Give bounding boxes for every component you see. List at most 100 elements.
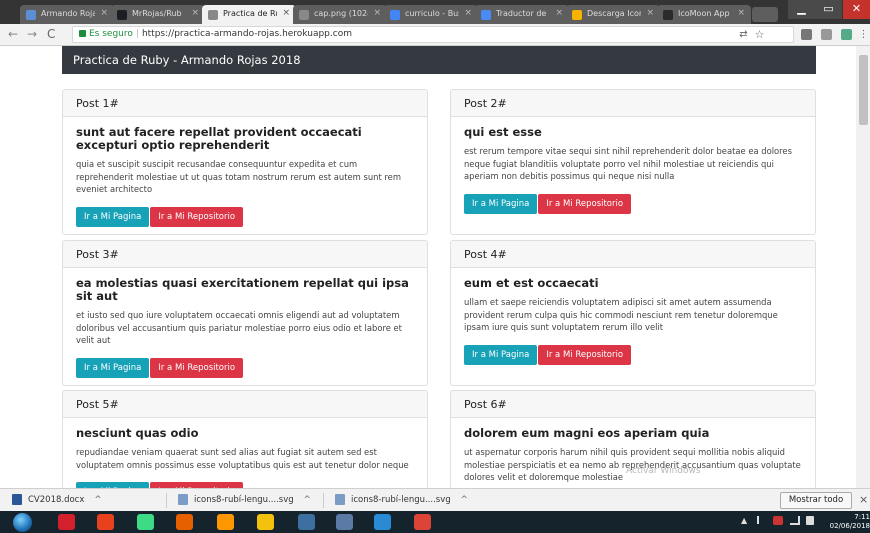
download-item[interactable]: icons8-rubí-lengu....svg ^ — [178, 494, 311, 505]
post-title: dolorem eum magni eos aperiam quia — [464, 426, 710, 440]
post-text: repudiandae veniam quaerat sunt sed alia… — [76, 447, 409, 470]
maximize-button[interactable]: ▭ — [815, 0, 842, 19]
close-icon[interactable]: × — [646, 8, 654, 18]
download-item[interactable]: icons8-rubí-lengu....svg ^ — [335, 494, 468, 505]
shelf-divider — [166, 493, 167, 508]
start-button[interactable] — [13, 513, 32, 532]
browser-toolbar: ← → C Es seguro | https://practica-armando… — [0, 24, 870, 46]
tab-title: Armando Roja — [41, 9, 95, 18]
media-icon[interactable] — [374, 514, 391, 530]
chrome-2-icon[interactable] — [414, 514, 431, 530]
post-text: est rerum tempore vitae sequi sint nihil… — [464, 146, 792, 181]
browser-tab[interactable]: Traductor de × — [475, 5, 569, 24]
post-title: qui est esse — [464, 125, 542, 139]
antivirus-icon[interactable] — [773, 516, 783, 525]
favicon-icon — [663, 10, 673, 20]
post-header: Post 1# — [63, 90, 427, 117]
my-page-button[interactable]: Ir a Mi Pagina — [76, 206, 150, 227]
reload-button[interactable]: C — [47, 27, 55, 41]
network-icon[interactable] — [790, 516, 800, 525]
bookmark-star-icon[interactable]: ☆ — [754, 29, 765, 40]
browser-tab[interactable]: Descarga Icon × — [566, 5, 660, 24]
show-all-downloads-button[interactable]: Mostrar todo — [780, 492, 852, 509]
download-filename: icons8-rubí-lengu....svg — [351, 495, 451, 505]
browser-menu-icon[interactable]: ⋮ — [858, 29, 869, 40]
page-viewport: Practica de Ruby - Armando Rojas 2018 Po… — [0, 46, 870, 488]
close-icon[interactable]: × — [282, 8, 290, 18]
post-title: eum et est occaecati — [464, 276, 599, 290]
chrome-icon[interactable] — [257, 514, 274, 530]
post-header: Post 5# — [63, 391, 427, 418]
favicon-icon — [26, 10, 36, 20]
tab-title: Descarga Icon — [587, 9, 641, 18]
opera-icon[interactable] — [58, 514, 75, 530]
chevron-up-icon[interactable]: ^ — [94, 495, 101, 505]
address-separator: | — [135, 29, 139, 39]
sublime-icon[interactable] — [217, 514, 234, 530]
flag-icon[interactable] — [757, 516, 767, 524]
close-icon[interactable]: × — [737, 8, 745, 18]
close-icon[interactable]: × — [859, 493, 868, 506]
browser-tab[interactable]: curriculo - Bus × — [384, 5, 478, 24]
firefox-icon[interactable] — [176, 514, 193, 530]
extension-icon[interactable] — [841, 29, 852, 40]
post-title: nesciunt quas odio — [76, 426, 199, 440]
close-icon[interactable]: × — [464, 8, 472, 18]
my-repository-button[interactable]: Ir a Mi Repositorio — [150, 357, 244, 378]
file-icon — [12, 494, 22, 505]
volume-icon[interactable] — [806, 516, 814, 525]
address-bar[interactable]: Es seguro | https://practica-armando-rojas… — [72, 26, 794, 43]
tab-title: MrRojas/Rub — [132, 9, 182, 18]
close-icon[interactable]: × — [555, 8, 563, 18]
close-icon[interactable]: × — [373, 8, 381, 18]
download-item[interactable]: CV2018.docx ^ — [12, 494, 102, 505]
close-icon[interactable]: × — [100, 8, 108, 18]
my-page-button[interactable]: Ir a Mi Pagina — [464, 344, 538, 365]
download-shelf: CV2018.docx ^ icons8-rubí-lengu....svg ^ ico… — [0, 488, 870, 511]
terminal-icon[interactable] — [298, 514, 315, 530]
post-text: ullam et saepe reiciendis voluptatem adi… — [464, 297, 778, 332]
favicon-icon — [390, 10, 400, 20]
lock-icon — [79, 30, 86, 37]
favicon-icon — [481, 10, 491, 20]
post-header: Post 2# — [451, 90, 815, 117]
post-body: eum et est occaecati ullam et saepe reici… — [451, 268, 815, 365]
extension-icon[interactable] — [801, 29, 812, 40]
my-repository-button[interactable]: Ir a Mi Repositorio — [538, 193, 632, 214]
chevron-up-icon[interactable]: ^ — [304, 495, 311, 505]
opera-gx-icon[interactable] — [97, 514, 114, 530]
close-window-button[interactable]: ✕ — [843, 0, 870, 19]
browser-tab[interactable]: IcoMoon App × — [657, 5, 751, 24]
system-clock[interactable]: 7:11 02/06/2018 — [826, 513, 870, 531]
minimize-button[interactable]: ▁ — [788, 0, 815, 19]
extension-icon[interactable] — [821, 29, 832, 40]
my-repository-button[interactable]: Ir a Mi Repositorio — [538, 344, 632, 365]
my-repository-button[interactable]: Ir a Mi Repositorio — [150, 206, 244, 227]
page-scrollbar[interactable] — [856, 46, 870, 488]
browser-tab[interactable]: MrRojas/Rub × — [111, 5, 205, 24]
scrollbar-thumb[interactable] — [859, 55, 868, 125]
my-page-button[interactable]: Ir a Mi Pagina — [76, 357, 150, 378]
site-navbar: Practica de Ruby - Armando Rojas 2018 — [62, 46, 816, 74]
network-icon[interactable] — [336, 514, 353, 530]
clock-time: 7:11 — [854, 513, 870, 521]
new-tab-button[interactable] — [752, 7, 778, 22]
back-button[interactable]: ← — [8, 27, 18, 41]
secure-label: Es seguro — [89, 29, 133, 39]
post-card: Post 3# ea molestias quasi exercitationem… — [62, 240, 428, 386]
browser-tab[interactable]: Practica de Ru × — [202, 5, 296, 24]
close-icon[interactable]: × — [191, 8, 199, 18]
tray-expand-icon[interactable]: ▲ — [741, 516, 747, 525]
file-icon — [178, 494, 188, 505]
post-title: sunt aut facere repellat provident occae… — [76, 125, 362, 152]
browser-tab[interactable]: Armando Roja × — [20, 5, 114, 24]
my-page-button[interactable]: Ir a Mi Pagina — [464, 193, 538, 214]
android-icon[interactable] — [137, 514, 154, 530]
download-filename: icons8-rubí-lengu....svg — [194, 495, 294, 505]
navbar-brand[interactable]: Practica de Ruby - Armando Rojas 2018 — [73, 53, 301, 67]
favicon-icon — [117, 10, 127, 20]
browser-tab[interactable]: cap.png (1024 × — [293, 5, 387, 24]
forward-button[interactable]: → — [27, 27, 37, 41]
translate-icon[interactable]: ⇄ — [738, 29, 749, 40]
chevron-up-icon[interactable]: ^ — [461, 495, 468, 505]
